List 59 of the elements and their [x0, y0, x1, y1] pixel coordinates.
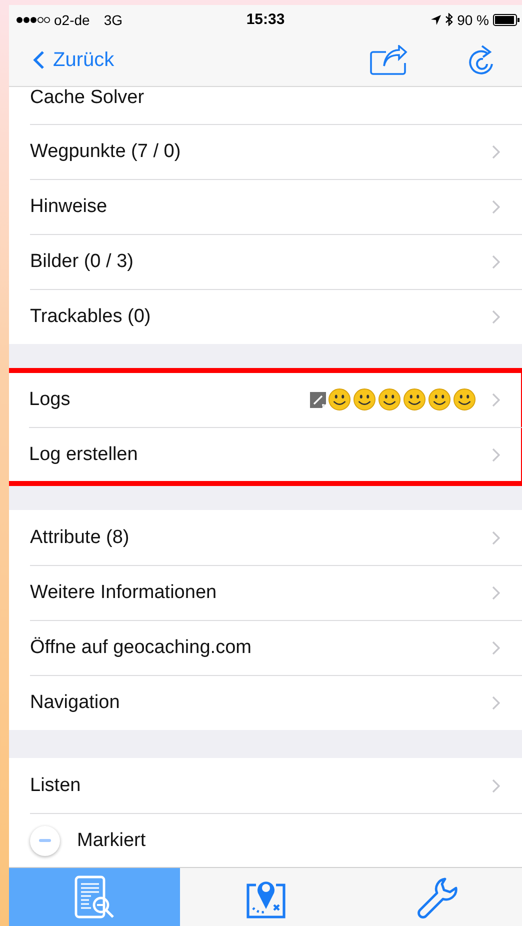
battery-icon: [493, 14, 520, 26]
note-icon: [310, 392, 326, 408]
list-row[interactable]: Öffne auf geocaching.com: [9, 620, 522, 675]
tab-button[interactable]: [9, 868, 180, 926]
chevron-icon: [492, 254, 500, 268]
chevron-icon: [492, 448, 500, 462]
row-label: Trackables (0): [30, 306, 152, 328]
smiley-icon: [353, 388, 376, 411]
clock-time: 15:33: [246, 11, 285, 28]
chevron-icon: [492, 778, 500, 792]
row-label: Öffne auf geocaching.com: [30, 636, 252, 658]
row-label: Markiert: [77, 830, 147, 852]
list-row[interactable]: Attribute (8): [9, 510, 522, 565]
chevron-icon: [492, 586, 500, 600]
row-label: Bilder (0 / 3): [30, 250, 134, 272]
wrench-icon: [414, 875, 458, 919]
smiley-icon: [428, 388, 451, 411]
chevron-left-icon: [33, 50, 45, 70]
bluetooth-icon: [445, 13, 454, 26]
smiley-icon: [328, 388, 351, 411]
list-row[interactable]: Markiert: [9, 813, 522, 867]
list-row[interactable]: Trackables (0): [9, 289, 522, 344]
document-search-icon: [72, 875, 116, 919]
carrier-name: o2-de: [54, 12, 90, 28]
list-row[interactable]: Log erstellen: [9, 427, 522, 482]
row-label: Hinweise: [30, 196, 108, 218]
row-label: Cache Solver: [30, 87, 146, 109]
back-button[interactable]: Zurück: [33, 48, 114, 72]
battery-percent: 90 %: [457, 12, 489, 28]
chevron-icon: [492, 640, 500, 654]
chevron-icon: [492, 144, 500, 158]
location-arrow-icon: [431, 14, 442, 24]
row-label: Logs: [29, 388, 72, 410]
list-row[interactable]: Bilder (0 / 3): [9, 234, 522, 289]
row-label: Weitere Informationen: [30, 582, 218, 604]
smiley-icon: [403, 388, 426, 411]
list-row[interactable]: Logs: [9, 372, 522, 427]
smiley-icon: [453, 388, 476, 411]
list-row[interactable]: Navigation: [9, 675, 522, 730]
list-row[interactable]: Weitere Informationen: [9, 565, 522, 620]
list-row[interactable]: Hinweise: [9, 179, 522, 234]
row-label: Listen: [30, 774, 82, 796]
list-row[interactable]: Cache Solver: [9, 87, 522, 124]
chevron-icon: [492, 530, 500, 544]
list-row[interactable]: Wegpunkte (7 / 0): [9, 124, 522, 179]
row-label: Navigation: [30, 692, 121, 714]
chevron-icon: [492, 392, 500, 406]
row-label: Attribute (8): [30, 526, 130, 548]
row-label: Wegpunkte (7 / 0): [30, 140, 182, 162]
list-row[interactable]: Listen: [9, 758, 522, 813]
smiley-icon: [378, 388, 401, 411]
chevron-icon: [492, 200, 500, 214]
chevron-icon: [492, 696, 500, 710]
chevron-icon: [492, 310, 500, 324]
network-type: 3G: [104, 12, 122, 28]
signal-icon: [16, 16, 50, 24]
share-icon[interactable]: [370, 45, 408, 75]
refresh-icon[interactable]: [466, 44, 496, 76]
row-label: Log erstellen: [29, 444, 139, 466]
